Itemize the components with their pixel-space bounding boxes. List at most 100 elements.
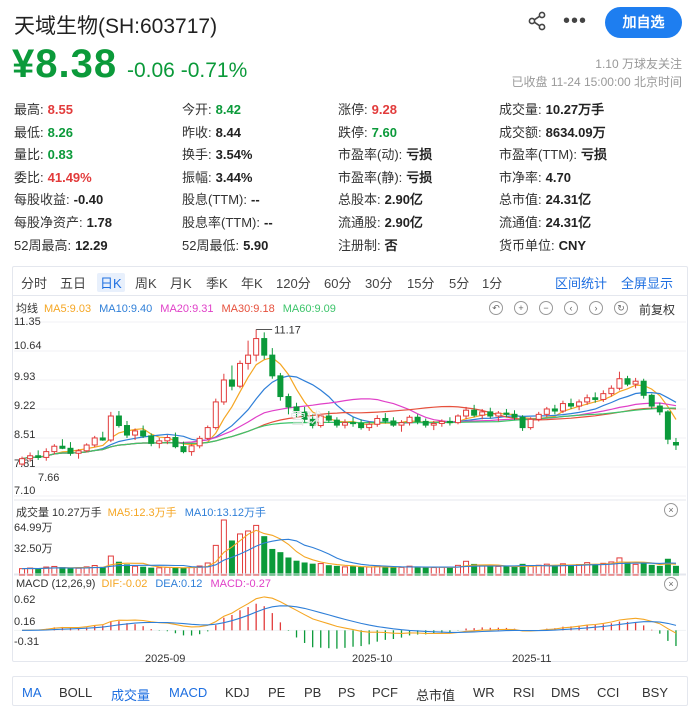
indicator-tab[interactable]: 成交量 — [111, 685, 150, 704]
indicator-tab[interactable]: PB — [304, 685, 321, 700]
legend-item: MA5:12.3万手 — [107, 507, 177, 519]
candle-body — [390, 420, 397, 426]
candle-body — [511, 413, 518, 418]
volume-bar — [309, 563, 316, 576]
volume-bar — [204, 562, 211, 576]
volume-axis-label: 32.50万 — [14, 543, 53, 555]
legend-item: MACD:-0.27 — [210, 578, 271, 590]
volume-bar — [253, 524, 260, 576]
candle-body — [487, 411, 494, 417]
candle-body — [43, 451, 50, 458]
candle-body — [350, 422, 357, 425]
legend-title: 成交量 10.27万手 — [16, 507, 102, 519]
macd-close-icon[interactable]: × — [664, 577, 678, 591]
candle-body — [91, 437, 98, 446]
candle-body — [648, 394, 655, 407]
candle-body — [204, 427, 211, 439]
volume-bar — [285, 557, 292, 576]
price-axis-label: 9.22 — [14, 400, 35, 412]
candle-body — [115, 415, 122, 427]
dif-line — [21, 596, 677, 635]
candle-body — [430, 422, 437, 426]
min-marker-label: 7.66 — [38, 472, 59, 484]
candle-body — [51, 445, 58, 453]
candle-body — [374, 417, 381, 425]
indicator-tab[interactable]: PCF — [372, 685, 398, 700]
indicator-tab[interactable]: 总市值 — [416, 685, 455, 704]
volume-legend: 成交量 10.27万手 MA5:12.3万手 MA10:13.12万手 — [16, 504, 274, 520]
indicator-tab[interactable]: WR — [473, 685, 495, 700]
date-label: 2025-09 — [145, 653, 185, 665]
candle-body — [285, 396, 292, 408]
candle-body — [592, 397, 599, 400]
indicator-tab[interactable]: BOLL — [59, 685, 92, 700]
candle-body — [261, 338, 268, 356]
volume-bar — [624, 562, 631, 576]
volume-bar — [632, 563, 639, 576]
ma-line — [21, 398, 677, 460]
candle-body — [269, 354, 276, 377]
candle-body — [19, 458, 26, 465]
candle-body — [568, 403, 575, 407]
candle-body — [414, 416, 421, 422]
candle-body — [519, 416, 526, 429]
candle-body — [35, 455, 42, 458]
candle-body — [446, 420, 453, 424]
volume-axis-label: 64.99万 — [14, 522, 53, 534]
volume-bar — [317, 563, 324, 576]
candle-body — [656, 405, 663, 413]
max-marker-label: 11.17 — [274, 324, 301, 336]
candle-body — [503, 412, 510, 415]
candle-body — [220, 379, 227, 403]
candle-body — [608, 387, 615, 395]
macd-axis-label: 0.62 — [14, 594, 35, 606]
volume-bar — [245, 530, 252, 576]
indicator-tab[interactable]: KDJ — [225, 685, 250, 700]
candle-body — [672, 442, 679, 446]
candle-body — [600, 393, 607, 400]
candle-body — [479, 411, 486, 416]
indicator-tab[interactable]: PS — [338, 685, 355, 700]
candle-body — [245, 354, 252, 364]
volume-bar — [664, 558, 671, 576]
candle-body — [584, 397, 591, 403]
indicator-tab[interactable]: BSY — [642, 685, 668, 700]
indicator-tab[interactable]: MA — [22, 685, 42, 700]
indicator-tab[interactable]: RSI — [513, 685, 535, 700]
indicator-tab[interactable]: PE — [268, 685, 285, 700]
candle-body — [664, 411, 671, 440]
candle-body — [576, 401, 583, 407]
candle-body — [156, 440, 163, 444]
candle-body — [325, 415, 332, 421]
candle-body — [438, 420, 445, 424]
price-axis-label: 9.93 — [14, 371, 35, 383]
candle-body — [67, 447, 74, 454]
candle-body — [624, 378, 631, 385]
volume-bar — [269, 548, 276, 576]
watermark: 雪球 — [290, 410, 322, 428]
legend-title: MACD (12,26,9) — [16, 578, 96, 590]
volume-bar — [616, 557, 623, 576]
price-axis-label: 11.35 — [14, 316, 41, 328]
candle-body — [140, 430, 147, 437]
candle-body — [172, 437, 179, 448]
candle-body — [132, 430, 139, 436]
kline-chart[interactable]: 11.3510.649.939.228.517.817.1011.177.66雪… — [0, 0, 700, 710]
volume-bar — [293, 560, 300, 576]
volume-bar — [576, 564, 583, 576]
candle-body — [358, 422, 365, 429]
legend-item: DIF:-0.02 — [101, 578, 148, 590]
candle-body — [398, 422, 405, 426]
indicator-tab[interactable]: MACD — [169, 685, 207, 700]
candle-body — [75, 450, 82, 454]
candle-body — [196, 437, 203, 447]
volume-close-icon[interactable]: × — [664, 503, 678, 517]
indicator-tab[interactable]: CCI — [597, 685, 619, 700]
indicator-tab[interactable]: DMS — [551, 685, 580, 700]
candle-body — [454, 415, 461, 424]
candle-body — [228, 379, 235, 387]
ma-line — [21, 356, 677, 460]
candle-body — [535, 413, 542, 420]
candle-body — [59, 445, 66, 449]
candle-body — [27, 455, 34, 460]
